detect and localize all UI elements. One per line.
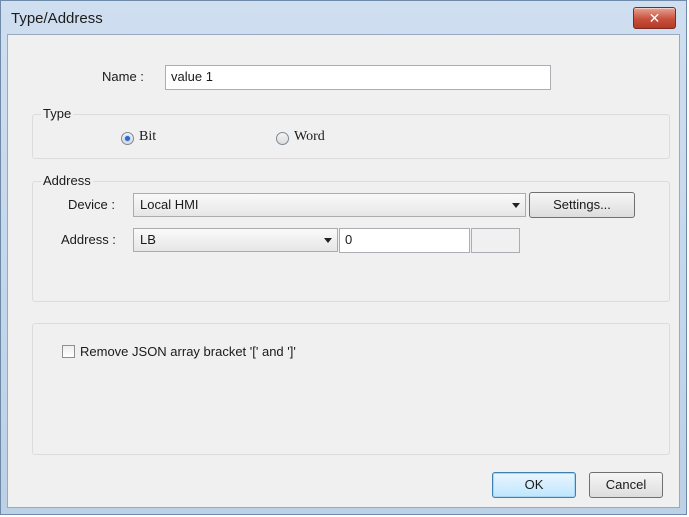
remove-bracket-checkbox[interactable] (62, 345, 75, 358)
options-group (32, 323, 670, 455)
bit-radio-label[interactable]: Bit (139, 129, 156, 145)
name-input[interactable]: value 1 (165, 65, 551, 90)
dialog-window: Type/Address ✕ Name : value 1 Type Bit W… (0, 0, 687, 515)
address-extra-field (471, 228, 520, 253)
type-group-title: Type (41, 106, 74, 121)
close-button[interactable]: ✕ (633, 7, 676, 29)
word-radio[interactable] (276, 132, 289, 145)
settings-button[interactable]: Settings... (529, 192, 635, 218)
close-icon: ✕ (648, 9, 661, 26)
dialog-body: Name : value 1 Type Bit Word Address Dev… (7, 34, 680, 508)
device-label: Device : (68, 197, 115, 212)
remove-bracket-label[interactable]: Remove JSON array bracket '[' and ']' (80, 344, 296, 359)
dialog-title: Type/Address (11, 10, 103, 27)
address-type-value: LB (140, 232, 156, 247)
ok-button[interactable]: OK (492, 472, 576, 498)
cancel-button[interactable]: Cancel (589, 472, 663, 498)
address-input[interactable]: 0 (339, 228, 470, 253)
bit-radio[interactable] (121, 132, 134, 145)
device-select-value: Local HMI (140, 197, 199, 212)
title-bar[interactable]: Type/Address ✕ (1, 1, 686, 35)
chevron-down-icon (512, 203, 520, 208)
address-type-select[interactable]: LB (133, 228, 338, 252)
word-radio-label[interactable]: Word (294, 129, 325, 145)
chevron-down-icon (324, 238, 332, 243)
name-label: Name : (102, 69, 144, 84)
address-label: Address : (61, 232, 116, 247)
address-group-title: Address (41, 173, 93, 188)
device-select[interactable]: Local HMI (133, 193, 526, 217)
